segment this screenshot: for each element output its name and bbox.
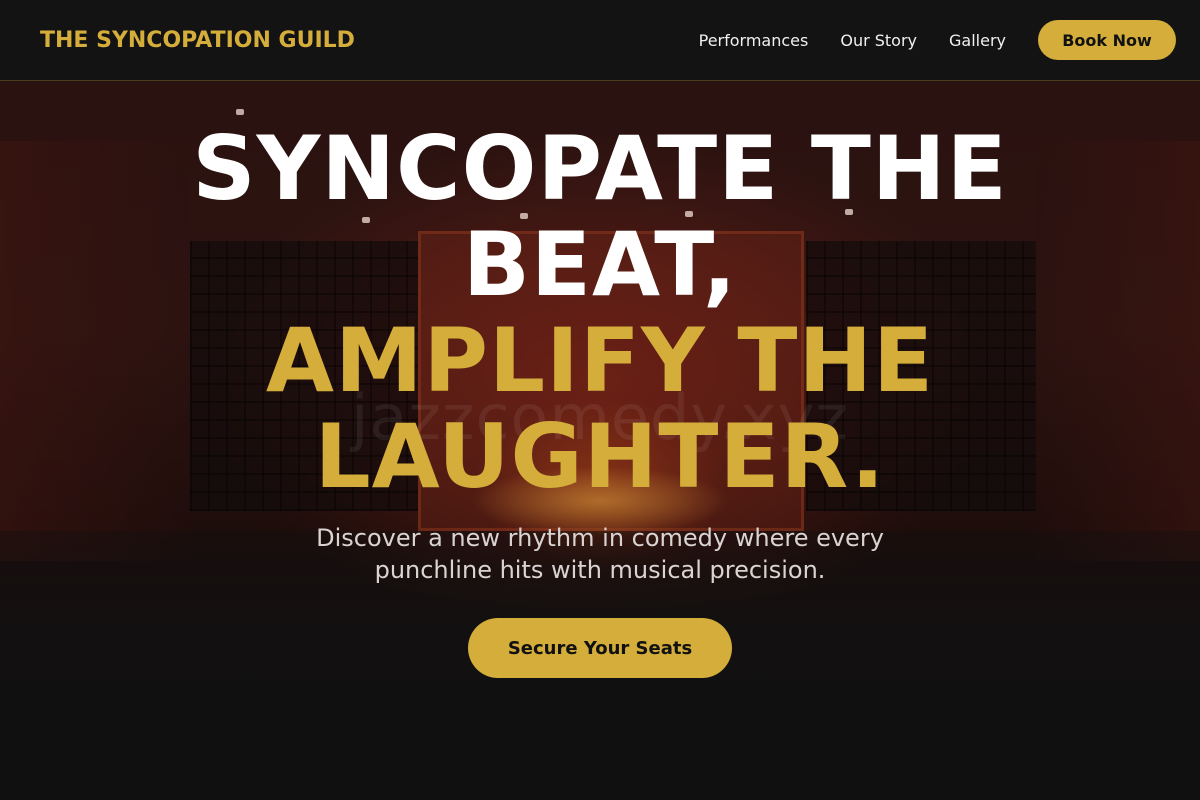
page: THE SYNCOPATION GUILD Performances Our S… xyxy=(0,0,1200,800)
brand-logo[interactable]: THE SYNCOPATION GUILD xyxy=(40,28,355,53)
hero-section: jazzcomedy.xyz SYNCOPATE THE BEAT, AMPLI… xyxy=(0,81,1200,800)
book-now-button[interactable]: Book Now xyxy=(1038,20,1176,60)
nav-link-our-story[interactable]: Our Story xyxy=(840,31,917,50)
main-nav: Performances Our Story Gallery Book Now xyxy=(699,20,1176,60)
hero-headline: SYNCOPATE THE BEAT, AMPLIFY THE LAUGHTER… xyxy=(150,121,1050,505)
headline-line-1: SYNCOPATE THE BEAT, xyxy=(192,117,1008,316)
nav-link-performances[interactable]: Performances xyxy=(699,31,809,50)
hero-subtitle: Discover a new rhythm in comedy where ev… xyxy=(316,524,884,584)
nav-link-gallery[interactable]: Gallery xyxy=(949,31,1006,50)
headline-line-2: AMPLIFY THE LAUGHTER. xyxy=(265,309,935,508)
background-wall-right xyxy=(1036,141,1200,561)
secure-seats-button[interactable]: Secure Your Seats xyxy=(468,618,732,678)
site-header: THE SYNCOPATION GUILD Performances Our S… xyxy=(0,0,1200,81)
background-ceiling-light xyxy=(236,109,244,115)
